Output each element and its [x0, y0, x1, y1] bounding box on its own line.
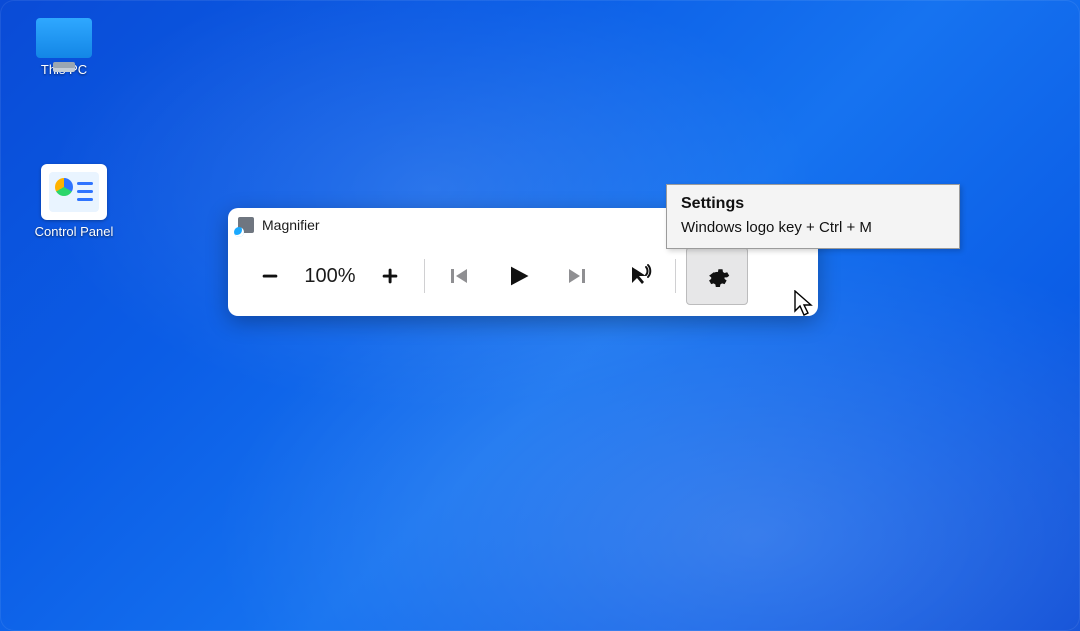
plus-icon [379, 265, 401, 287]
cursor-sound-icon [628, 263, 654, 289]
play-button[interactable] [483, 252, 553, 300]
tooltip-shortcut: Windows logo key + Ctrl + M [681, 219, 945, 236]
separator [424, 259, 425, 293]
desktop-icon-control-panel[interactable]: Control Panel [14, 164, 134, 239]
minus-icon [259, 265, 281, 287]
tooltip-title: Settings [681, 195, 945, 213]
desktop[interactable]: This PC Control Panel Magnifier 100% [0, 0, 1080, 631]
settings-button[interactable] [686, 247, 748, 305]
control-panel-icon [41, 164, 107, 220]
desktop-icon-label: Control Panel [14, 224, 134, 239]
monitor-icon [36, 18, 92, 58]
zoom-in-button[interactable] [366, 252, 414, 300]
desktop-icon-this-pc[interactable]: This PC [14, 18, 114, 77]
previous-button[interactable] [435, 252, 483, 300]
next-button[interactable] [553, 252, 601, 300]
play-icon [504, 262, 532, 290]
zoom-value: 100% [294, 265, 366, 288]
magnifier-app-icon [238, 217, 254, 233]
settings-tooltip: Settings Windows logo key + Ctrl + M [666, 184, 960, 249]
gear-icon [704, 263, 730, 289]
magnifier-toolbar: 100% [228, 242, 818, 316]
read-from-cursor-button[interactable] [617, 252, 665, 300]
separator [675, 259, 676, 293]
skip-forward-icon [565, 264, 589, 288]
zoom-out-button[interactable] [246, 252, 294, 300]
skip-back-icon [447, 264, 471, 288]
window-title: Magnifier [262, 217, 320, 233]
